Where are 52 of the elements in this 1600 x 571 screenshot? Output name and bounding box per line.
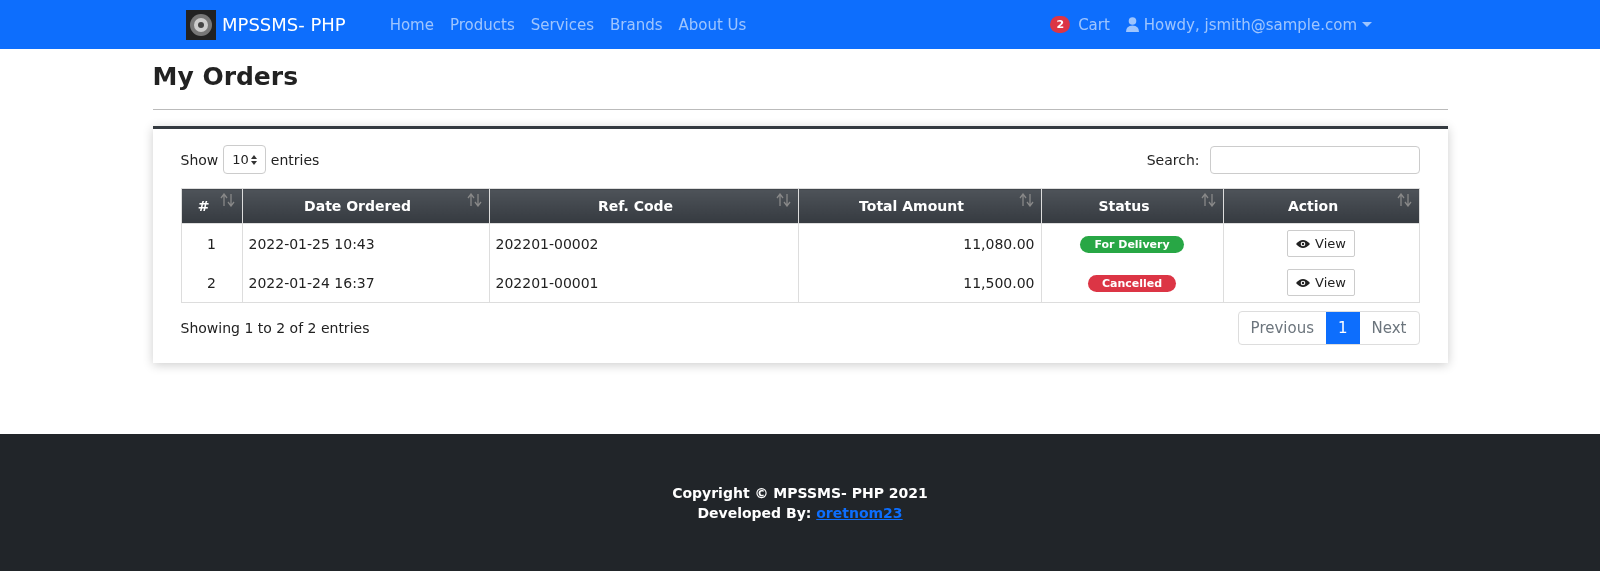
sort-icon: [1018, 193, 1035, 207]
developer-link[interactable]: oretnom23: [816, 504, 903, 521]
table-cell: 11,500.00: [798, 263, 1041, 303]
column-header[interactable]: Total Amount: [798, 188, 1041, 224]
eye-icon: [1296, 238, 1311, 249]
developer-label: Developed By:: [697, 504, 812, 521]
column-header[interactable]: Status: [1041, 188, 1223, 224]
column-header[interactable]: Action: [1223, 188, 1419, 224]
table-cell: 2022-01-25 10:43: [242, 223, 489, 263]
sort-icon: [466, 193, 483, 207]
cart-count-badge: 2: [1050, 16, 1071, 33]
column-header[interactable]: #: [181, 188, 242, 224]
column-header[interactable]: Ref. Code: [489, 188, 798, 224]
show-label: Show: [180, 151, 219, 168]
column-header[interactable]: Date Ordered: [242, 188, 489, 224]
status-badge: Cancelled: [1087, 274, 1177, 292]
user-icon: [1125, 17, 1139, 32]
cart-link[interactable]: Cart: [1078, 15, 1110, 34]
eye-icon: [1296, 277, 1311, 288]
nav-link[interactable]: Home: [389, 15, 434, 34]
view-button[interactable]: View: [1287, 269, 1355, 296]
previous-button[interactable]: Previous: [1238, 312, 1326, 344]
nav-link[interactable]: Products: [449, 15, 515, 34]
table-cell: 202201-00001: [489, 263, 798, 303]
view-button[interactable]: View: [1287, 230, 1355, 257]
table-cell: 2022-01-24 16:37: [242, 263, 489, 303]
brand-link[interactable]: MPSSMS- PHP: [222, 14, 346, 35]
page-button[interactable]: 1: [1326, 312, 1360, 344]
sort-icon: [775, 193, 792, 207]
sort-icon: [1396, 193, 1413, 207]
table-cell: 1: [181, 223, 242, 263]
page-size-select[interactable]: 10: [223, 145, 266, 174]
logo-icon: [186, 9, 216, 40]
nav-link[interactable]: Brands: [610, 15, 663, 34]
copyright-text: Copyright © MPSSMS- PHP 2021: [672, 484, 928, 501]
spinner-icon: [250, 154, 257, 165]
search-label: Search:: [1146, 151, 1200, 168]
table-cell: 2: [181, 263, 242, 303]
search-field[interactable]: [1209, 145, 1420, 174]
status-badge: For Delivery: [1080, 235, 1184, 253]
nav-link[interactable]: About Us: [678, 15, 747, 34]
nav-link[interactable]: Services: [530, 15, 594, 34]
table-cell: 202201-00002: [489, 223, 798, 263]
entries-label: entries: [270, 151, 320, 168]
sort-icon: [219, 193, 236, 207]
table-info: Showing 1 to 2 of 2 entries: [180, 320, 370, 336]
user-menu[interactable]: Howdy, jsmith@sample.com: [1125, 15, 1372, 34]
page-title: My Orders: [152, 62, 300, 91]
next-button[interactable]: Next: [1359, 312, 1419, 344]
caret-icon: [1362, 21, 1372, 28]
table-cell: 11,080.00: [798, 223, 1041, 263]
sort-icon: [1200, 193, 1217, 207]
